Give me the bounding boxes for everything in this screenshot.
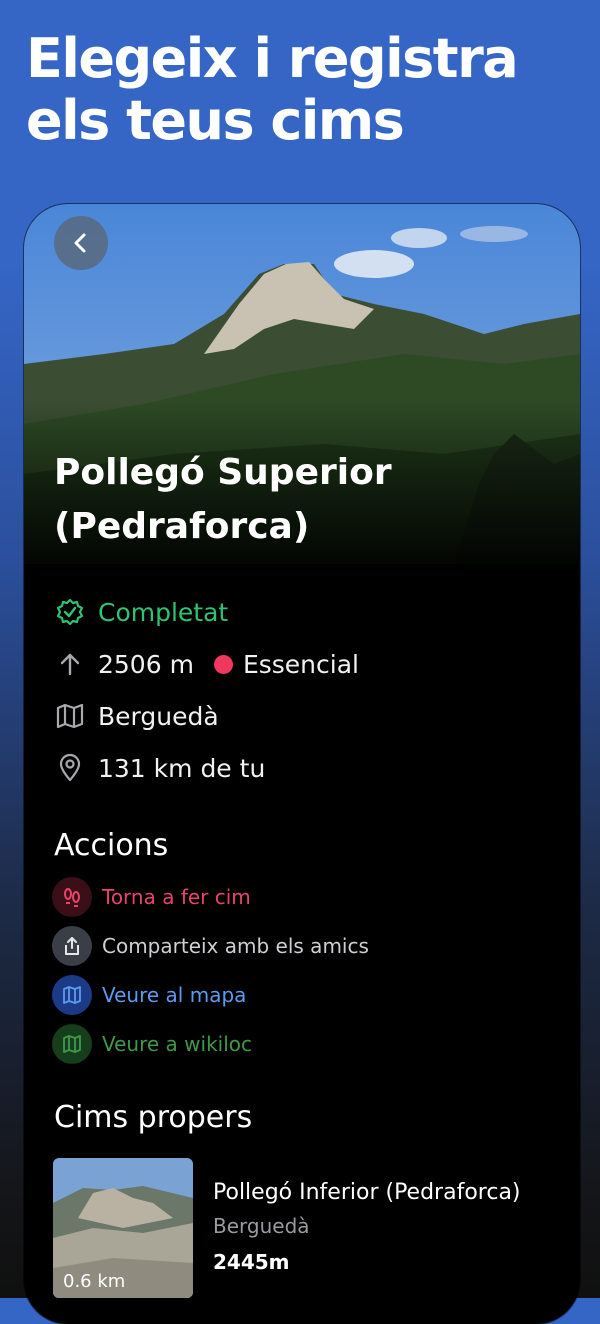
- action-label: Veure al mapa: [102, 982, 247, 1007]
- peak-title: Pollegó Superior (Pedraforca): [54, 446, 534, 554]
- action-label: Comparteix amb els amics: [102, 933, 369, 958]
- location-pin-icon: [54, 752, 86, 784]
- altitude-row: 2506 m Essencial: [54, 638, 554, 690]
- region-value: Berguedà: [98, 701, 219, 731]
- nearby-title: Cims propers: [54, 1100, 253, 1135]
- action-label: Veure a wikiloc: [102, 1031, 253, 1056]
- share-icon: [52, 925, 92, 966]
- phone-screen: Pollegó Superior (Pedraforca) Completat …: [24, 204, 580, 1324]
- headline: Elegeix i registra els teus cims: [26, 27, 519, 152]
- nearby-peak-name: Pollegó Inferior (Pedraforca): [213, 1180, 521, 1205]
- peak-title-line1: Pollegó Superior: [54, 452, 392, 493]
- distance-value: 131 km de tu: [98, 753, 266, 783]
- nearby-peak-card[interactable]: 0.6 km Pollegó Inferior (Pedraforca) Ber…: [53, 1158, 553, 1298]
- summit-again-button[interactable]: Torna a fer cim: [52, 872, 552, 921]
- peak-info: Completat 2506 m Essencial Berguedà 131 …: [54, 586, 554, 794]
- nearby-distance: 0.6 km: [63, 1271, 126, 1292]
- status-row: Completat: [54, 586, 554, 638]
- nearby-peak-thumbnail: 0.6 km: [53, 1158, 193, 1298]
- view-wikiloc-button[interactable]: Veure a wikiloc: [52, 1019, 552, 1068]
- view-map-button[interactable]: Veure al mapa: [52, 970, 552, 1019]
- map-icon: [52, 974, 92, 1015]
- nearby-peak-altitude: 2445m: [213, 1250, 290, 1274]
- verified-badge-icon: [54, 596, 86, 628]
- arrow-up-icon: [54, 648, 86, 680]
- action-label: Torna a fer cim: [102, 884, 251, 909]
- altitude-value: 2506 m: [98, 649, 194, 679]
- actions-title: Accions: [54, 828, 169, 863]
- footprints-icon: [52, 876, 92, 917]
- nearby-peak-region: Berguedà: [213, 1214, 310, 1238]
- map-icon: [54, 700, 86, 732]
- hero-image: Pollegó Superior (Pedraforca): [24, 204, 580, 564]
- share-button[interactable]: Comparteix amb els amics: [52, 921, 552, 970]
- category-dot: [213, 654, 233, 674]
- region-row: Berguedà: [54, 690, 554, 742]
- status-label: Completat: [98, 597, 229, 627]
- category-label: Essencial: [242, 649, 359, 679]
- chevron-left-icon: [74, 233, 86, 253]
- back-button[interactable]: [54, 216, 108, 270]
- map-icon: [52, 1023, 92, 1064]
- distance-row: 131 km de tu: [54, 742, 554, 794]
- actions-list: Torna a fer cim Comparteix amb els amics: [52, 872, 552, 1068]
- peak-title-line2: (Pedraforca): [54, 506, 310, 547]
